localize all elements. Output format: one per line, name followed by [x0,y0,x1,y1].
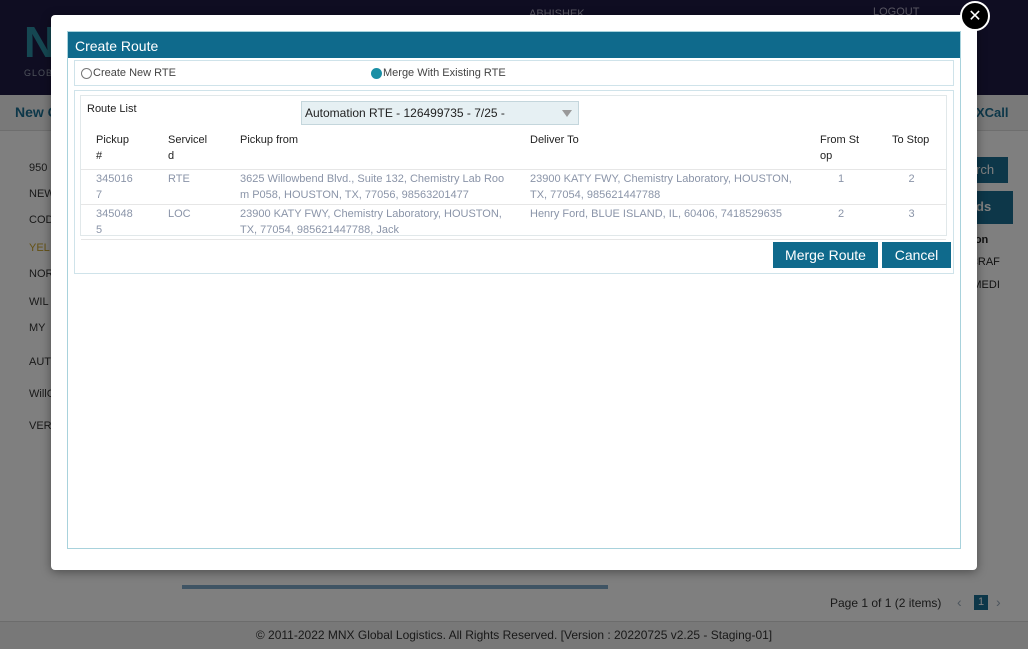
col-deliver-to: Deliver To [515,130,805,170]
chevron-down-icon[interactable] [562,110,572,117]
col-pickup: Pickup # [81,130,153,170]
to-stop-cell: 3 [877,204,946,240]
service-cell: LOC [153,204,225,240]
pickup-from-cell: 3625 Willowbend Blvd., Suite 132, Chemis… [225,169,515,205]
col-pickup-from-label: Pickup from [240,134,299,146]
col-to-stop: To Stop [877,130,946,170]
table-header-row: Pickup # Servicel d Pickup from Deliver … [81,130,946,170]
pickup-cell: 345016 7 [81,169,153,205]
deliver-to-value: 23900 KATY FWY, Chemistry Laboratory, HO… [530,173,792,201]
table-row[interactable]: 345048 5 LOC 23900 KATY FWY, Chemistry L… [81,204,946,240]
radio-on-icon[interactable] [371,67,382,79]
route-list-label: Route List [87,103,137,115]
pickup-from-cell: 23900 KATY FWY, Chemistry Laboratory, HO… [225,204,515,240]
route-list-select[interactable]: Automation RTE - 126499735 - 7/25 - [301,101,579,125]
route-list-box: Route List Automation RTE - 126499735 - … [80,95,947,240]
modal-title: Create Route [68,32,960,58]
merge-route-button[interactable]: Merge Route [773,242,878,268]
from-stop-cell: 2 [805,204,877,240]
close-icon[interactable]: ✕ [960,1,990,31]
merge-existing-rte-label: Merge With Existing RTE [383,67,506,79]
col-from-stop-label: From St op [820,134,860,162]
pickup-cell: 345048 5 [81,204,153,240]
create-route-modal: Create Route Create New RTE Merge With E… [51,15,977,570]
modal-frame: Create Route Create New RTE Merge With E… [67,31,961,549]
col-service: Servicel d [153,130,225,170]
deliver-to-cell: 23900 KATY FWY, Chemistry Laboratory, HO… [515,169,805,205]
route-selected-value: Automation RTE - 126499735 - 7/25 - [305,106,505,120]
pickup-value: 345016 7 [96,173,133,201]
col-pickup-label: Pickup # [96,134,130,162]
cancel-button[interactable]: Cancel [882,242,951,268]
radio-off-icon[interactable] [81,67,92,79]
from-stop-cell: 1 [805,169,877,205]
pickup-value: 345048 5 [96,208,133,236]
col-service-label: Servicel d [168,134,208,162]
create-new-rte-radio[interactable]: Create New RTE [81,67,176,79]
pickup-from-value: 23900 KATY FWY, Chemistry Laboratory, HO… [240,208,502,236]
service-cell: RTE [153,169,225,205]
deliver-to-cell: Henry Ford, BLUE ISLAND, IL, 60406, 7418… [515,204,805,240]
col-deliver-to-label: Deliver To [530,134,579,146]
table-row[interactable]: 345016 7 RTE 3625 Willowbend Blvd., Suit… [81,169,946,205]
col-from-stop: From St op [805,130,877,170]
deliver-to-value: Henry Ford, BLUE ISLAND, IL, 60406, 7418… [530,208,782,220]
to-stop-cell: 2 [877,169,946,205]
pickup-from-value: 3625 Willowbend Blvd., Suite 132, Chemis… [240,173,505,201]
col-pickup-from: Pickup from [225,130,515,170]
merge-existing-rte-radio[interactable]: Merge With Existing RTE [371,67,506,79]
route-stops-table: Pickup # Servicel d Pickup from Deliver … [81,130,946,240]
create-new-rte-label: Create New RTE [93,67,176,79]
route-panel: Route List Automation RTE - 126499735 - … [74,90,954,274]
col-to-stop-label: To Stop [892,134,930,146]
route-mode-options: Create New RTE Merge With Existing RTE [74,60,954,86]
